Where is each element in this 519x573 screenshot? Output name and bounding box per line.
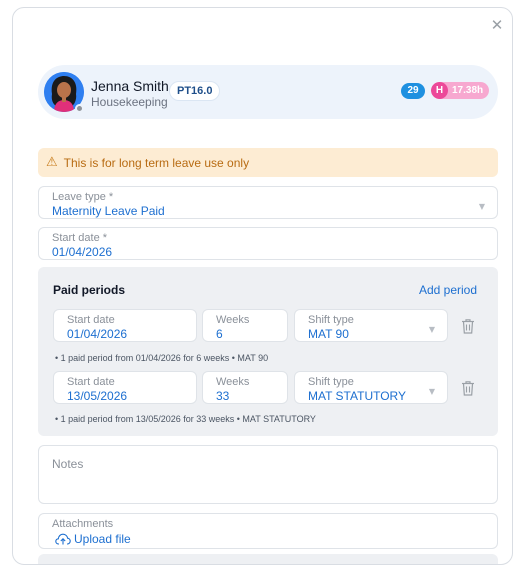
start-date-field[interactable]: Start date * 01/04/2026: [38, 227, 498, 260]
upload-file-label: Upload file: [74, 532, 131, 546]
trash-icon[interactable]: [461, 318, 475, 334]
hours-prefix: H: [431, 82, 448, 99]
start-date-value: 01/04/2026: [52, 245, 113, 259]
period-weeks-value: 33: [216, 389, 230, 403]
period-weeks-field[interactable]: Weeks 6: [202, 309, 288, 342]
period-start-date-field[interactable]: Start date 01/04/2026: [53, 309, 197, 342]
cloud-upload-icon: [55, 533, 71, 545]
hours-badge: H 17.38h: [431, 82, 490, 99]
period-shift-type-select[interactable]: Shift type MAT STATUTORY ▼: [294, 371, 448, 404]
hours-value: 17.38h: [452, 85, 484, 96]
attachments-field: Attachments Upload file: [38, 513, 498, 549]
notes-placeholder: Notes: [52, 457, 84, 471]
employee-name: Jenna Smith: [91, 78, 169, 94]
period-start-label: Start date: [67, 376, 115, 388]
period-start-label: Start date: [67, 314, 115, 326]
period-weeks-label: Weeks: [216, 314, 250, 326]
paid-periods-title: Paid periods: [53, 283, 126, 297]
period-summary: • 1 paid period from 13/05/2026 for 33 w…: [55, 414, 316, 424]
attachments-label: Attachments: [52, 518, 114, 530]
period-shift-value: MAT 90: [308, 327, 349, 341]
footer-section: [38, 554, 498, 564]
upload-file-button[interactable]: Upload file: [55, 532, 131, 546]
leave-type-select[interactable]: Leave type * Maternity Leave Paid ▼: [38, 186, 498, 219]
trash-icon[interactable]: [461, 380, 475, 396]
warning-triangle-icon: ⚠: [46, 155, 58, 170]
employee-profile-card: Jenna Smith Housekeeping PT16.0 29 H 17.…: [38, 65, 498, 119]
warning-text: This is for long term leave use only: [63, 155, 250, 170]
close-icon[interactable]: ✕: [488, 16, 506, 34]
paid-periods-panel: Paid periods Add period Start date 01/04…: [38, 267, 498, 436]
period-start-value: 13/05/2026: [67, 389, 128, 403]
start-date-label: Start date *: [52, 232, 108, 244]
leave-modal: ✕ Jenna Smith Housekeeping PT16.0 29 H 1…: [12, 7, 513, 565]
period-weeks-field[interactable]: Weeks 33: [202, 371, 288, 404]
period-shift-value: MAT STATUTORY: [308, 389, 407, 403]
chevron-down-icon: ▼: [428, 387, 435, 396]
period-weeks-label: Weeks: [216, 376, 250, 388]
count-badge: 29: [401, 83, 425, 99]
period-summary: • 1 paid period from 01/04/2026 for 6 we…: [55, 353, 269, 363]
chevron-down-icon: ▼: [478, 202, 485, 211]
period-start-date-field[interactable]: Start date 13/05/2026: [53, 371, 197, 404]
add-period-button[interactable]: Add period: [419, 283, 477, 297]
chevron-down-icon: ▼: [428, 325, 435, 334]
status-indicator: [75, 104, 84, 113]
period-shift-label: Shift type: [308, 314, 354, 326]
period-weeks-value: 6: [216, 327, 223, 341]
contract-badge: PT16.0: [169, 81, 221, 101]
leave-type-value: Maternity Leave Paid: [52, 204, 165, 218]
period-start-value: 01/04/2026: [67, 327, 128, 341]
period-shift-label: Shift type: [308, 376, 354, 388]
long-term-leave-warning: ⚠ This is for long term leave use only: [38, 148, 498, 177]
notes-field[interactable]: Notes: [38, 445, 498, 504]
period-shift-type-select[interactable]: Shift type MAT 90 ▼: [294, 309, 448, 342]
employee-department: Housekeeping: [91, 95, 168, 109]
leave-type-label: Leave type *: [52, 191, 114, 203]
